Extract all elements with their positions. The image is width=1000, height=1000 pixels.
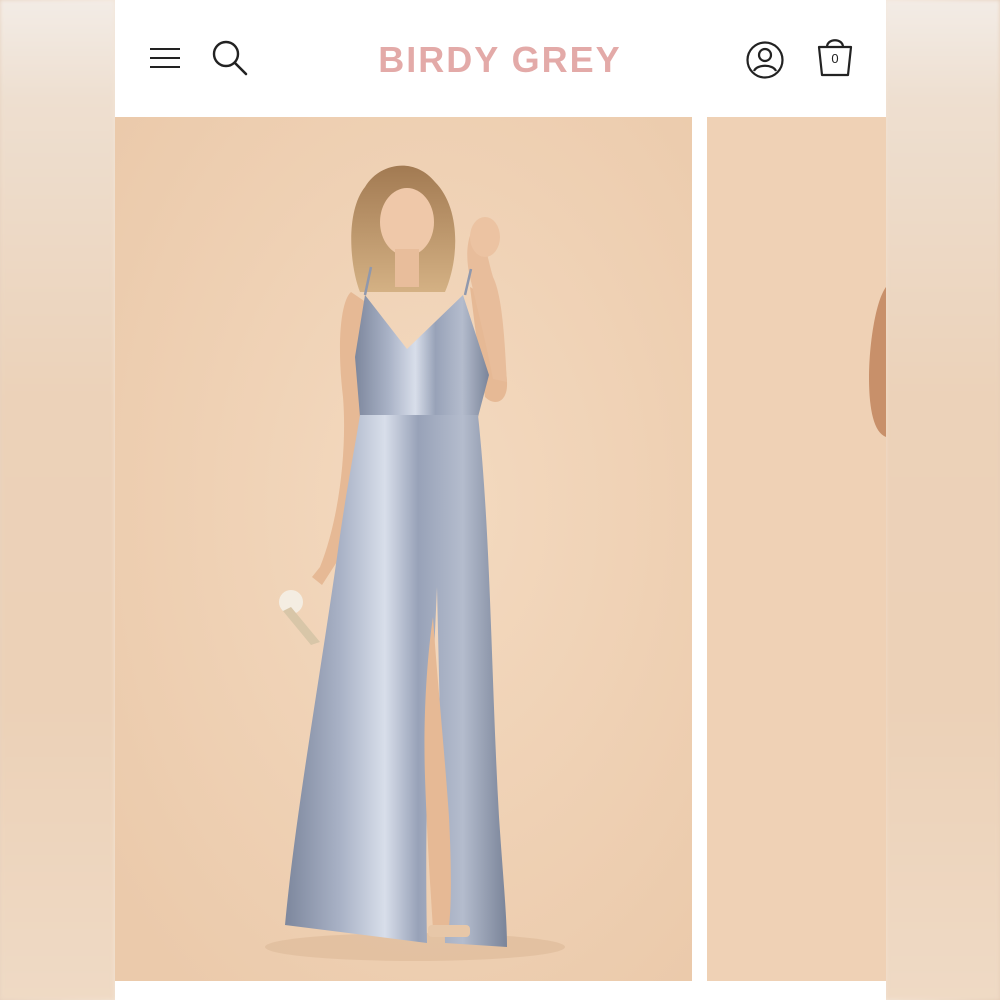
brand-logo[interactable]: BIRDY GREY (300, 38, 700, 82)
screenshot-stage: BIRDY GREY 0 (0, 0, 1000, 1000)
blurred-backdrop-left (0, 0, 115, 1000)
user-account-icon (746, 41, 784, 79)
cart-count-badge: 0 (831, 51, 839, 66)
blurred-backdrop-right (885, 0, 1000, 1000)
account-button[interactable] (743, 38, 787, 82)
search-icon (212, 40, 248, 76)
product-image-main[interactable] (115, 117, 692, 981)
product-image-gallery (115, 117, 886, 981)
next-photo-partial (707, 117, 886, 981)
menu-button[interactable] (145, 38, 185, 78)
product-image-next[interactable] (707, 117, 886, 981)
site-header: BIRDY GREY 0 (115, 0, 886, 117)
model-photo (115, 117, 692, 981)
cart-button[interactable]: 0 (812, 33, 858, 81)
mobile-page: BIRDY GREY 0 (115, 0, 886, 1000)
hamburger-menu-icon (150, 48, 180, 68)
search-button[interactable] (210, 38, 250, 78)
bottom-edge (115, 981, 886, 1000)
